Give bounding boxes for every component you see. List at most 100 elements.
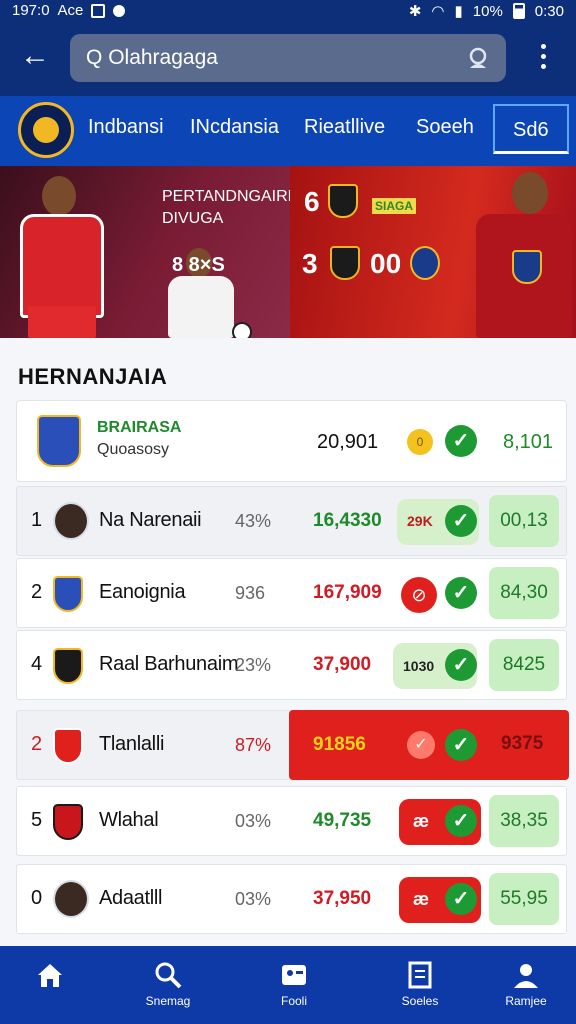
team-crest-icon (512, 250, 542, 284)
check-icon[interactable]: ✓ (445, 805, 477, 837)
team-badge-icon (53, 648, 83, 684)
league-logo[interactable] (18, 102, 74, 158)
team-badge-icon (53, 576, 83, 612)
coin-icon: 0 (407, 429, 433, 455)
check-outline-icon: ✓ (407, 731, 435, 759)
table-row-highlighted[interactable]: 2 Tlanlalli 87% 91856 ✓ ✓ 9375 (16, 710, 569, 780)
tab-rieatllive[interactable]: Rieatllive (304, 116, 385, 139)
featured-team-card[interactable]: BRAIRASA Quoasosy 20,901 0 ✓ 8,101 (16, 400, 567, 482)
app-header: 197:0 Ace ✱ ◠ ▮ 10% 0:30 ← Q Olahragaga (0, 0, 576, 96)
featured-score: 8,101 (503, 431, 554, 453)
bottom-navigation: Snemag Fooli Soeles Ramjee (0, 946, 576, 1024)
check-icon[interactable]: ✓ (445, 505, 477, 537)
id-card-icon (282, 965, 306, 985)
profile-icon (514, 964, 538, 988)
row-percent: 23% (235, 655, 272, 675)
status-time: 197:0 (12, 2, 50, 19)
nav-soeles[interactable]: Soeles (370, 956, 470, 1020)
nav-soeles-label: Soeles (401, 994, 439, 1008)
tab-sd6[interactable]: Sd6 (493, 104, 569, 154)
row-name: Na Narenaii (99, 509, 202, 531)
check-icon[interactable]: ✓ (445, 577, 477, 609)
bluetooth-icon: ✱ (408, 3, 422, 20)
search-icon[interactable] (466, 46, 490, 70)
category-tabs: Indbansi INcdansia Rieatllive Soeeh Sd6 (0, 96, 576, 166)
more-options-icon[interactable] (536, 44, 550, 72)
search-input[interactable]: Q Olahragaga (70, 34, 506, 82)
row-name: Tlanlalli (99, 733, 165, 755)
message-icon (113, 4, 126, 17)
featured-value: 20,901 (317, 431, 379, 453)
tab-incdansia[interactable]: INcdansia (190, 116, 279, 139)
table-row[interactable]: 1 Na Narenaii 43% 16,4330 29K ✓ 00,13 (16, 486, 567, 556)
row-percent: 03% (235, 811, 272, 831)
row-value: 49,735 (313, 810, 372, 831)
player-avatar (53, 880, 89, 918)
match-banner[interactable]: PERTANDNGAIRE DIVUGA 8 8×S 6 SIAGA 3 00 (0, 166, 576, 338)
banner-right-panel: 6 SIAGA 3 00 (290, 166, 576, 338)
row-rank: 5 (31, 809, 43, 831)
search-value: Olahragaga (108, 46, 218, 69)
row-name: Raal Barhunaim (99, 653, 239, 675)
table-row[interactable]: 2 Eanoignia 936 167,909 ⊘ ✓ 84,30 (16, 558, 567, 628)
banner-score-right: 00 (370, 248, 402, 279)
player-avatar (53, 502, 89, 540)
row-percent: 03% (235, 889, 272, 909)
table-row[interactable]: 5 Wlahal 03% 49,735 æ ✓ 38,35 (16, 786, 567, 856)
check-icon[interactable]: ✓ (445, 425, 477, 457)
team-badge-icon (37, 415, 81, 467)
row-value: 37,900 (313, 654, 372, 675)
section-title: HERNANJAIA (18, 364, 168, 389)
featured-team-name: BRAIRASA (97, 419, 182, 436)
status-bar: 197:0 Ace ✱ ◠ ▮ 10% 0:30 (0, 0, 576, 24)
row-value: 37,950 (313, 888, 372, 909)
team-crest-icon (328, 184, 358, 218)
nav-profile[interactable]: Ramjee (476, 956, 576, 1020)
battery-percent: 10% (472, 2, 503, 20)
team-crest-icon (330, 246, 360, 280)
row-value: 16,4330 (313, 510, 382, 531)
nav-search[interactable]: Snemag (118, 956, 218, 1020)
wifi-icon: ◠ (431, 3, 445, 20)
banner-title: PERTANDNGAIRE DIVUGA (162, 188, 299, 227)
row-score: 84,30 (489, 567, 559, 619)
home-icon (38, 964, 62, 987)
row-name: Wlahal (99, 809, 159, 831)
nav-fooli[interactable]: Fooli (244, 956, 344, 1020)
check-icon[interactable]: ✓ (445, 649, 477, 681)
row-percent: 43% (235, 511, 272, 531)
row-name: Adaatlll (99, 887, 163, 909)
check-icon[interactable]: ✓ (445, 883, 477, 915)
banner-tag: SIAGA (372, 198, 417, 214)
status-carrier: Ace (57, 2, 84, 19)
signal-icon: ▮ (454, 3, 463, 20)
row-rank: 2 (31, 733, 43, 755)
row-value: 167,909 (313, 582, 382, 603)
back-arrow-icon[interactable]: ← (20, 40, 52, 72)
table-row[interactable]: 4 Raal Barhunaim 23% 37,900 1030 ✓ 8425 (16, 630, 567, 700)
row-percent: 87% (235, 735, 272, 755)
nav-home[interactable] (0, 956, 100, 1020)
check-icon[interactable]: ✓ (445, 729, 477, 761)
row-rank: 2 (31, 581, 43, 603)
nav-profile-label: Ramjee (505, 994, 547, 1008)
team-crest-icon (410, 246, 440, 280)
table-row[interactable]: 0 Adaatlll 03% 37,950 æ ✓ 55,95 (16, 864, 567, 934)
notification-icon (91, 3, 106, 18)
featured-team-subtitle: Quoasosy (97, 441, 170, 458)
standings-section: HERNANJAIA BRAIRASA Quoasosy 20,901 0 ✓ … (0, 338, 576, 948)
row-rank: 4 (31, 653, 43, 675)
row-name: Eanoignia (99, 581, 186, 603)
search-icon (155, 962, 182, 989)
banner-score-top: 6 (304, 186, 320, 217)
row-score: 00,13 (489, 495, 559, 547)
row-percent: 936 (235, 583, 266, 603)
row-score: 8425 (489, 639, 559, 691)
tab-indbansi[interactable]: Indbansi (88, 116, 164, 139)
document-icon (408, 961, 432, 989)
search-glyph-icon: Q (86, 46, 103, 69)
tab-soeeh[interactable]: Soeeh (416, 116, 474, 139)
battery-icon (512, 3, 525, 19)
row-score: 9375 (501, 733, 544, 754)
nav-search-label: Snemag (145, 994, 191, 1008)
